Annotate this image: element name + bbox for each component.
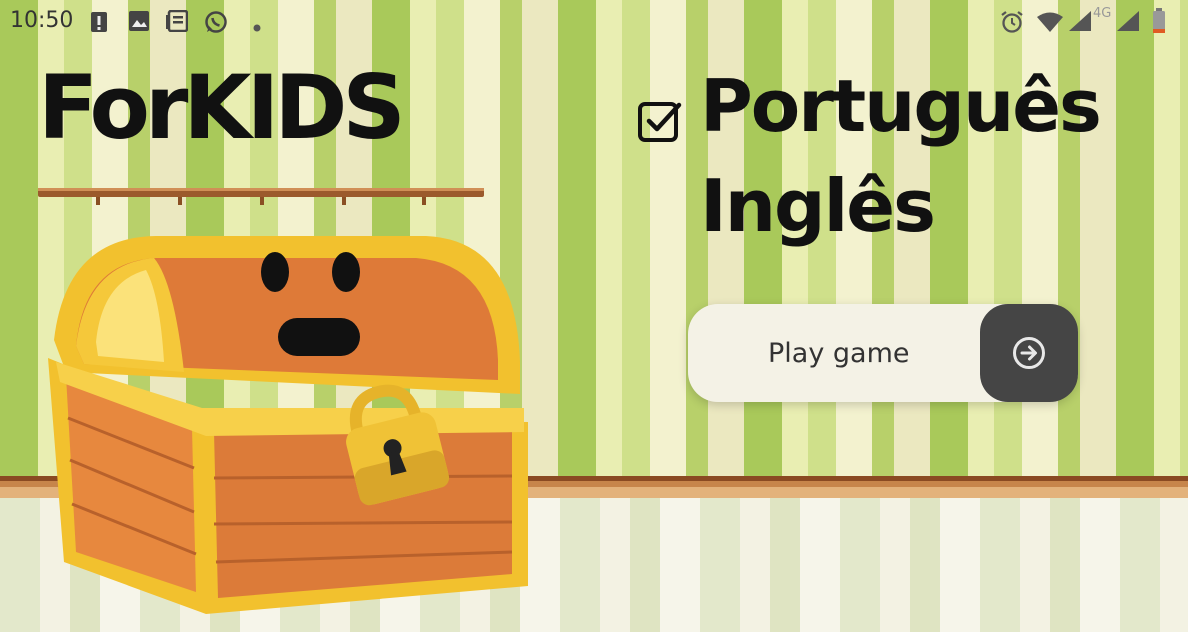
app-title: ForKIDS (38, 56, 406, 159)
shelf-peg (342, 197, 346, 205)
dot-icon (253, 17, 261, 36)
play-arrow-button[interactable] (980, 304, 1078, 402)
shelf-peg (422, 197, 426, 205)
arrow-right-circle-icon (1013, 337, 1045, 369)
checkbox-checked-icon[interactable] (637, 97, 683, 143)
shelf-peg (260, 197, 264, 205)
alert-icon (90, 10, 108, 38)
status-time: 10:50 (10, 8, 74, 33)
alarm-icon (1000, 10, 1024, 38)
language-option-ingles[interactable]: Inglês (700, 170, 936, 242)
language-option-portugues[interactable]: Português (700, 70, 1102, 142)
status-bar: 10:50 4G (0, 0, 1188, 44)
signal-icon-2 (1117, 11, 1139, 35)
image-icon (128, 10, 150, 36)
play-game-label: Play game (768, 338, 910, 369)
battery-icon (1152, 8, 1166, 38)
wifi-icon (1037, 12, 1063, 36)
shelf-peg (178, 197, 182, 205)
play-game-button[interactable]: Play game (688, 304, 1078, 402)
treasure-chest-illustration (46, 222, 536, 626)
shelf-peg (96, 197, 100, 205)
shelf-highlight (38, 188, 484, 191)
news-icon (166, 9, 189, 36)
whatsapp-icon (204, 10, 228, 38)
game-screen: 10:50 4G ForKIDS Português Inglês Play g… (0, 0, 1188, 632)
signal-icon (1069, 11, 1091, 35)
network-type: 4G (1093, 6, 1112, 21)
